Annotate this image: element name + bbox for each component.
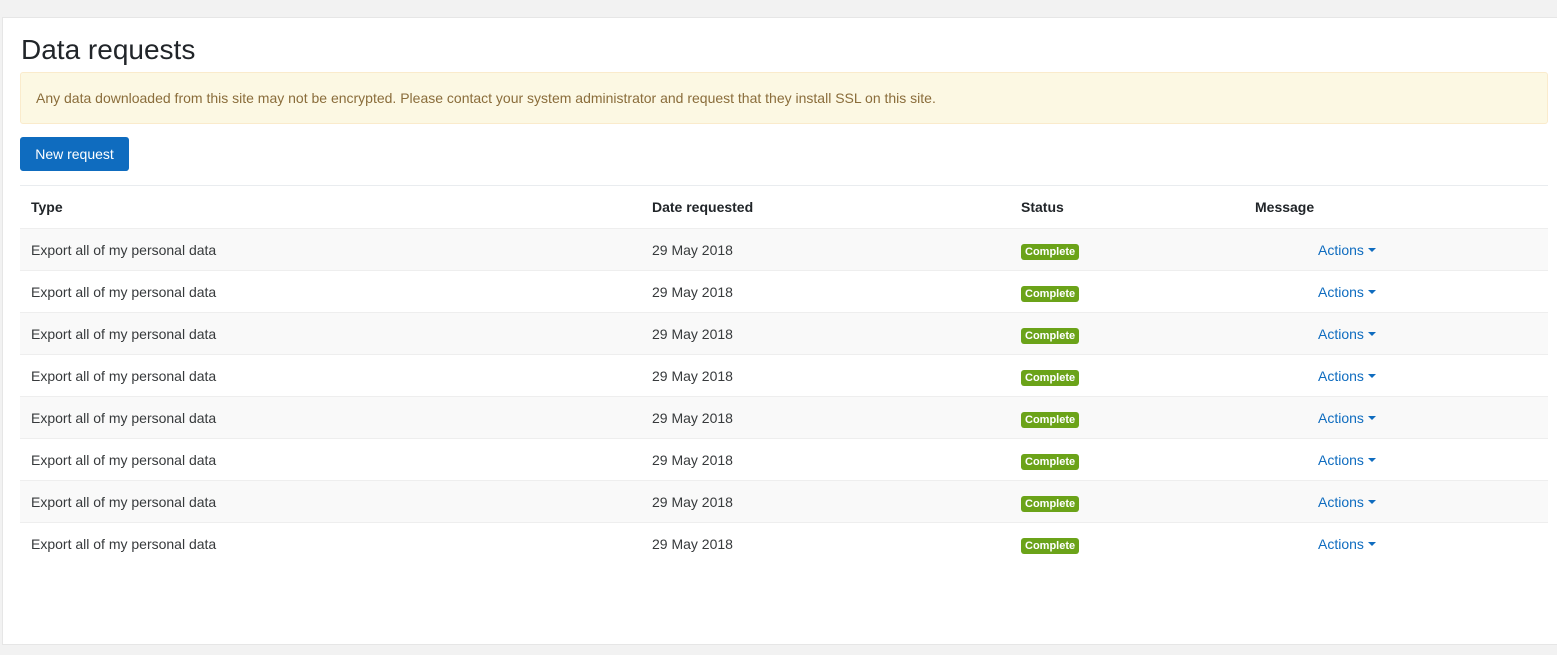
date-requested: 29 May 2018 [652, 325, 733, 342]
status-cell: Complete [1010, 493, 1244, 512]
status-badge: Complete [1021, 243, 1080, 260]
status-cell: Complete [1010, 451, 1244, 470]
actions-cell: Actions [1244, 536, 1548, 552]
date-requested: 29 May 2018 [652, 409, 733, 426]
status-cell: Complete [1010, 283, 1244, 302]
column-header-type[interactable]: Type [20, 199, 641, 215]
request-type: Export all of my personal data [31, 535, 217, 552]
caret-down-icon [1367, 415, 1376, 420]
request-type: Export all of my personal data [31, 409, 217, 426]
status-badge: Complete [1021, 369, 1080, 386]
actions-cell: Actions [1244, 326, 1548, 342]
actions-cell: Actions [1244, 410, 1548, 426]
status-cell: Complete [1010, 367, 1244, 386]
table-row: Export all of my personal data 29 May 201… [20, 438, 1548, 480]
date-requested: 29 May 2018 [652, 283, 733, 300]
request-type: Export all of my personal data [31, 493, 217, 510]
table-row: Export all of my personal data 29 May 201… [20, 480, 1548, 522]
actions-label: Actions [1318, 325, 1364, 342]
status-badge: Complete [1021, 453, 1080, 470]
caret-down-icon [1367, 373, 1376, 378]
column-header-status[interactable]: Status [1010, 199, 1244, 215]
table-body: Export all of my personal data 29 May 201… [20, 228, 1548, 564]
request-type: Export all of my personal data [31, 325, 217, 342]
actions-label: Actions [1318, 409, 1364, 426]
table-row: Export all of my personal data 29 May 201… [20, 396, 1548, 438]
actions-label: Actions [1318, 493, 1364, 510]
actions-menu-toggle[interactable]: Actions [1318, 494, 1376, 510]
alert-text: Any data downloaded from this site may n… [36, 90, 936, 106]
actions-label: Actions [1318, 367, 1364, 384]
column-header-date-requested[interactable]: Date requested [641, 199, 1010, 215]
caret-down-icon [1367, 331, 1376, 336]
actions-cell: Actions [1244, 242, 1548, 258]
actions-label: Actions [1318, 241, 1364, 258]
actions-menu-toggle[interactable]: Actions [1318, 242, 1376, 258]
status-cell: Complete [1010, 325, 1244, 344]
request-type: Export all of my personal data [31, 241, 217, 258]
actions-cell: Actions [1244, 452, 1548, 468]
status-cell: Complete [1010, 535, 1244, 554]
actions-menu-toggle[interactable]: Actions [1318, 368, 1376, 384]
table-row: Export all of my personal data 29 May 201… [20, 312, 1548, 354]
caret-down-icon [1367, 247, 1376, 252]
date-requested: 29 May 2018 [652, 241, 733, 258]
column-header-message: Message [1255, 199, 1315, 215]
status-badge: Complete [1021, 537, 1080, 554]
new-request-button[interactable]: New request [20, 137, 129, 171]
date-requested: 29 May 2018 [652, 493, 733, 510]
date-requested: 29 May 2018 [652, 451, 733, 468]
status-badge: Complete [1021, 285, 1080, 302]
request-type: Export all of my personal data [31, 367, 217, 384]
ssl-warning-alert: Any data downloaded from this site may n… [20, 72, 1548, 124]
actions-cell: Actions [1244, 494, 1548, 510]
actions-menu-toggle[interactable]: Actions [1318, 536, 1376, 552]
actions-cell: Actions [1244, 284, 1548, 300]
actions-label: Actions [1318, 283, 1364, 300]
caret-down-icon [1367, 289, 1376, 294]
caret-down-icon [1367, 457, 1376, 462]
status-badge: Complete [1021, 495, 1080, 512]
table-header-row: Type Date requested Status Message [20, 186, 1548, 228]
actions-label: Actions [1318, 451, 1364, 468]
status-cell: Complete [1010, 241, 1244, 260]
table-row: Export all of my personal data 29 May 201… [20, 270, 1548, 312]
request-type: Export all of my personal data [31, 283, 217, 300]
request-type: Export all of my personal data [31, 451, 217, 468]
table-row: Export all of my personal data 29 May 201… [20, 354, 1548, 396]
date-requested: 29 May 2018 [652, 535, 733, 552]
status-badge: Complete [1021, 411, 1080, 428]
page-title: Data requests [21, 34, 196, 65]
table-row: Export all of my personal data 29 May 201… [20, 522, 1548, 564]
status-cell: Complete [1010, 409, 1244, 428]
caret-down-icon [1367, 541, 1376, 546]
actions-menu-toggle[interactable]: Actions [1318, 284, 1376, 300]
data-requests-panel: Data requests Any data downloaded from t… [2, 17, 1557, 645]
caret-down-icon [1367, 499, 1376, 504]
actions-menu-toggle[interactable]: Actions [1318, 452, 1376, 468]
table-row: Export all of my personal data 29 May 201… [20, 228, 1548, 270]
actions-menu-toggle[interactable]: Actions [1318, 326, 1376, 342]
data-requests-table: Type Date requested Status Message Expor… [20, 185, 1548, 564]
actions-cell: Actions [1244, 368, 1548, 384]
actions-label: Actions [1318, 535, 1364, 552]
status-badge: Complete [1021, 327, 1080, 344]
actions-menu-toggle[interactable]: Actions [1318, 410, 1376, 426]
date-requested: 29 May 2018 [652, 367, 733, 384]
